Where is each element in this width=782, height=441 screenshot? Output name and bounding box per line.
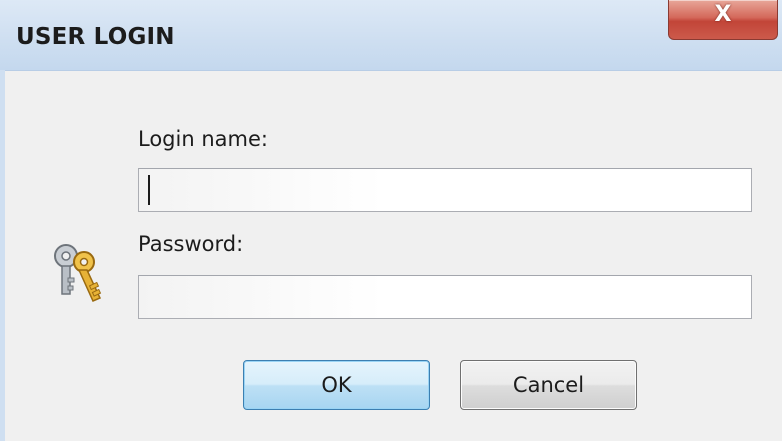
ok-button[interactable]: OK [243, 360, 430, 410]
login-name-input[interactable] [138, 168, 752, 212]
password-input[interactable] [138, 275, 752, 319]
window-title: USER LOGIN [16, 24, 175, 50]
title-bar[interactable]: USER LOGIN [0, 0, 782, 71]
text-caret [148, 175, 150, 205]
login-name-label: Login name: [138, 127, 268, 151]
password-label: Password: [138, 232, 244, 256]
window-frame-left [0, 70, 5, 441]
cancel-button[interactable]: Cancel [460, 360, 637, 410]
login-dialog: USER LOGIN X Login name: Password: OK Ca… [0, 0, 782, 441]
close-icon: X [714, 2, 732, 27]
keys-icon [54, 244, 102, 302]
close-button[interactable]: X [668, 0, 778, 40]
